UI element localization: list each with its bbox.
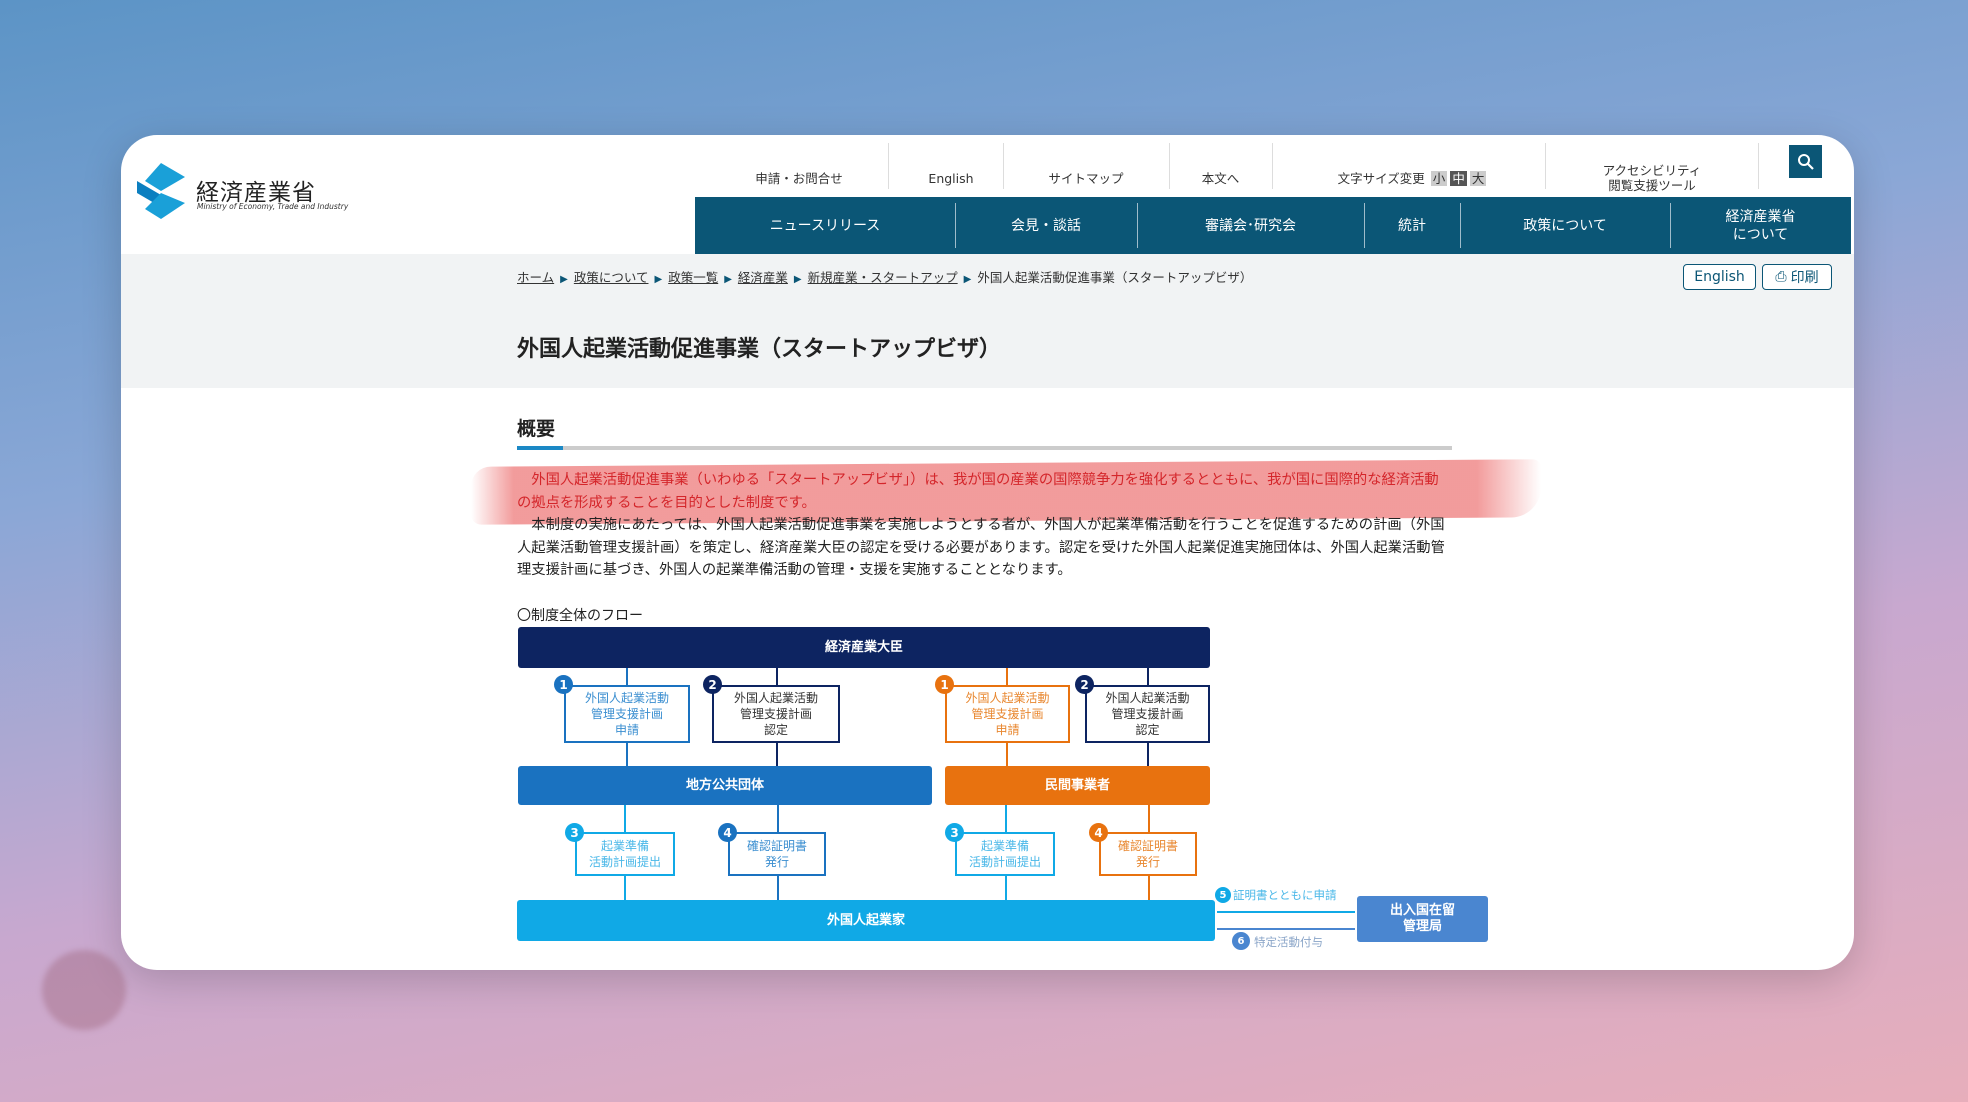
step-number-4: 4 bbox=[718, 823, 737, 842]
step6-label: 特定活動付与 bbox=[1254, 935, 1323, 949]
step-number-2: 2 bbox=[1075, 675, 1094, 694]
breadcrumb-home[interactable]: ホーム bbox=[517, 270, 554, 285]
english-button[interactable]: English bbox=[1683, 264, 1756, 290]
body-paragraph: 本制度の実施にあたっては、外国人起業活動促進事業を実施しようとする者が、外国人が… bbox=[517, 517, 1445, 578]
step-number-6: 6 bbox=[1232, 932, 1250, 950]
highlight-paragraph: 外国人起業活動促進事業（いわゆる「スタートアップビザ」）は、我が国の産業の国際競… bbox=[517, 472, 1439, 511]
print-label: 印刷 bbox=[1790, 270, 1819, 286]
divider bbox=[1758, 143, 1759, 189]
font-size-label: 文字サイズ変更 bbox=[1337, 170, 1425, 186]
immigration-bureau-box: 出入国在留 管理局 bbox=[1357, 896, 1488, 942]
breadcrumb-separator-icon: ▶ bbox=[793, 274, 802, 285]
step2-box-private: 外国人起業活動 管理支援計画 認定 bbox=[1085, 685, 1210, 743]
browser-page: 経済産業省 Ministry of Economy, Trade and Ind… bbox=[121, 135, 1854, 970]
breadcrumb-policy[interactable]: 政策について bbox=[574, 270, 649, 285]
search-button[interactable] bbox=[1789, 145, 1822, 178]
nav-about-line1: 経済産業省 bbox=[1725, 208, 1796, 225]
breadcrumb-separator-icon: ▶ bbox=[963, 274, 972, 285]
arrow-from-immigration bbox=[1217, 928, 1355, 930]
nav-statistics[interactable]: 統計 bbox=[1364, 197, 1460, 254]
font-size-control: 文字サイズ変更 小 中 大 bbox=[1281, 157, 1543, 199]
step2-box-local: 外国人起業活動 管理支援計画 認定 bbox=[712, 685, 840, 743]
step5-label: 証明書とともに申請 bbox=[1233, 888, 1337, 902]
step4-box-private: 確認証明書 発行 bbox=[1099, 832, 1197, 876]
english-link[interactable]: English bbox=[896, 157, 1006, 199]
nav-councils[interactable]: 審議会･研究会 bbox=[1137, 197, 1364, 254]
step-number-3: 3 bbox=[945, 823, 964, 842]
breadcrumb-startup[interactable]: 新規産業・スタートアップ bbox=[808, 270, 958, 285]
contact-link[interactable]: 申請・お問合せ bbox=[739, 157, 859, 199]
step1-box-private: 外国人起業活動 管理支援計画 申請 bbox=[945, 685, 1070, 743]
foreign-entrepreneur-box: 外国人起業家 bbox=[517, 900, 1215, 941]
breadcrumb-separator-icon: ▶ bbox=[560, 274, 568, 285]
font-large-button[interactable]: 大 bbox=[1469, 170, 1487, 186]
divider bbox=[1169, 143, 1170, 189]
logo-name-en: Ministry of Economy, Trade and Industry bbox=[197, 202, 349, 211]
breadcrumb-policy-list[interactable]: 政策一覧 bbox=[668, 270, 718, 285]
nav-press-conference[interactable]: 会見・談話 bbox=[955, 197, 1137, 254]
arrow-to-immigration bbox=[1217, 911, 1355, 913]
divider bbox=[1003, 143, 1004, 189]
step4-box-local: 確認証明書 発行 bbox=[728, 832, 826, 876]
meti-logo-icon[interactable] bbox=[135, 163, 187, 219]
step-number-2: 2 bbox=[703, 675, 722, 694]
step-number-3: 3 bbox=[565, 823, 584, 842]
avatar bbox=[42, 950, 126, 1030]
printer-icon: ⎙ bbox=[1775, 269, 1787, 285]
flow-label: 〇制度全体のフロー bbox=[517, 608, 643, 624]
minister-box: 経済産業大臣 bbox=[518, 627, 1210, 668]
breadcrumb: ホーム ▶ 政策について ▶ 政策一覧 ▶ 経済産業 ▶ 新規産業・スタートアップ ▶ 外国人起業活… bbox=[517, 267, 1277, 291]
step-number-1: 1 bbox=[554, 675, 573, 694]
main-nav: ニュースリリース 会見・談話 審議会･研究会 統計 政策について 経済産業省 に… bbox=[695, 197, 1851, 254]
breadcrumb-current: 外国人起業活動促進事業（スタートアップビザ） bbox=[977, 270, 1253, 285]
nav-about-meti[interactable]: 経済産業省 について bbox=[1670, 197, 1851, 254]
section-heading: 概要 bbox=[517, 418, 556, 440]
search-icon bbox=[1797, 153, 1814, 170]
heading-underline-accent bbox=[517, 446, 563, 450]
nav-news-release[interactable]: ニュースリリース bbox=[695, 197, 955, 254]
step3-box-private: 起業準備 活動計画提出 bbox=[955, 832, 1055, 876]
nav-about-line2: について bbox=[1732, 226, 1789, 243]
accessibility-link[interactable]: アクセシビリティ 閲覧支援ツール bbox=[1561, 157, 1743, 199]
skip-to-content-link[interactable]: 本文へ bbox=[1173, 157, 1268, 199]
divider bbox=[888, 143, 889, 189]
page-title: 外国人起業活動促進事業（スタートアップビザ） bbox=[517, 337, 1002, 362]
print-button[interactable]: ⎙ 印刷 bbox=[1762, 264, 1832, 290]
accessibility-line2: 閲覧支援ツール bbox=[1608, 178, 1696, 193]
private-business-box: 民間事業者 bbox=[945, 766, 1210, 805]
heading-underline bbox=[517, 446, 1452, 450]
step-number-4: 4 bbox=[1089, 823, 1108, 842]
font-medium-button[interactable]: 中 bbox=[1450, 170, 1467, 186]
divider bbox=[1272, 143, 1273, 189]
breadcrumb-economy[interactable]: 経済産業 bbox=[738, 270, 788, 285]
accessibility-line1: アクセシビリティ bbox=[1602, 163, 1702, 178]
font-small-button[interactable]: 小 bbox=[1430, 170, 1448, 186]
step1-box-local: 外国人起業活動 管理支援計画 申請 bbox=[564, 685, 690, 743]
breadcrumb-separator-icon: ▶ bbox=[654, 274, 663, 285]
step-number-1: 1 bbox=[935, 675, 954, 694]
step3-box-local: 起業準備 活動計画提出 bbox=[575, 832, 675, 876]
sitemap-link[interactable]: サイトマップ bbox=[1011, 157, 1161, 199]
step-number-5: 5 bbox=[1215, 887, 1231, 903]
nav-policy[interactable]: 政策について bbox=[1460, 197, 1670, 254]
local-government-box: 地方公共団体 bbox=[518, 766, 932, 805]
divider bbox=[1545, 143, 1546, 189]
breadcrumb-separator-icon: ▶ bbox=[724, 274, 732, 285]
